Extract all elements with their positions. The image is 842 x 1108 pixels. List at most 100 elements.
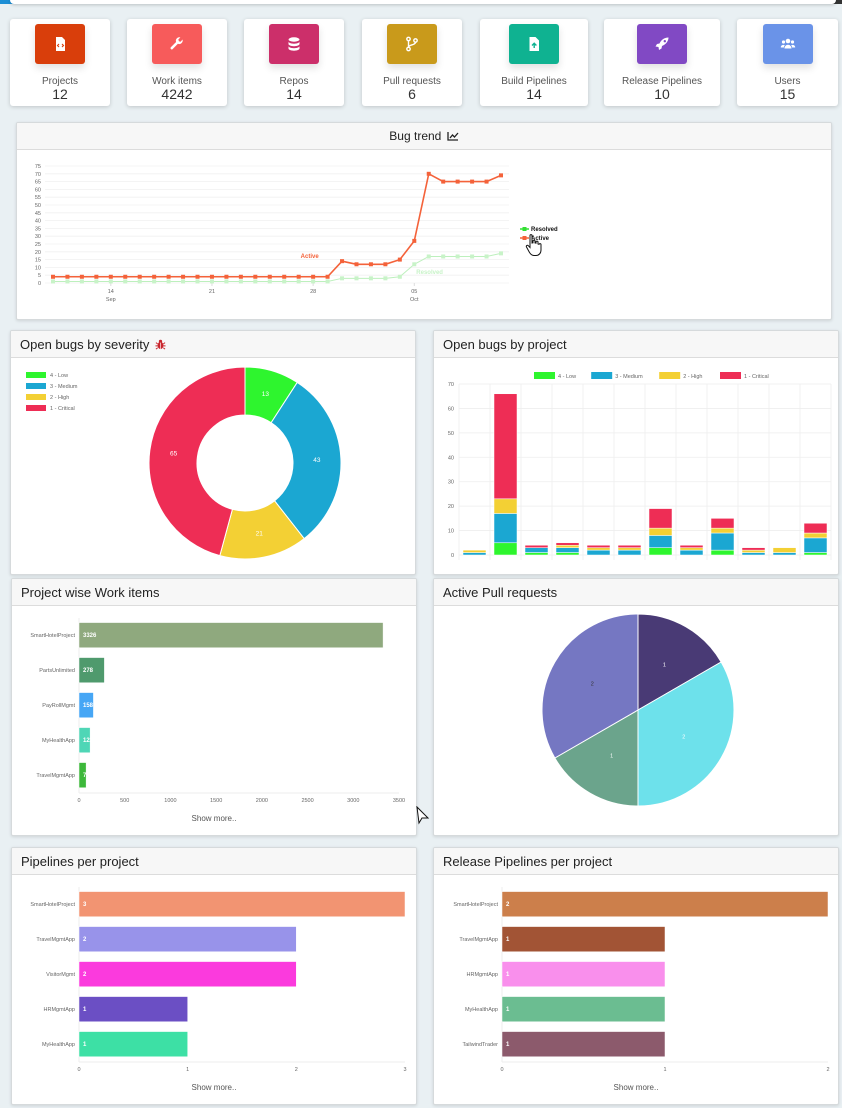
- release-pipelines-chart: 0 1 2SmartHotelProject 2TravelMgmtApp 1HRMgm…: [453, 887, 830, 1073]
- x-tick-label: 3500: [393, 798, 405, 804]
- y-tick-label: 55: [35, 195, 41, 201]
- x-tick-label: 0: [500, 1067, 503, 1073]
- stat-icon-box: [269, 24, 319, 64]
- data-point: [441, 179, 446, 184]
- bar-segment: [803, 552, 828, 556]
- bug-trend-header: Bug trend: [17, 123, 831, 150]
- pipelines-chart: 0 1 2 3SmartHotelProject 3TravelMgmtApp 2Visi…: [30, 887, 407, 1073]
- legend-label: 1 - Critical: [50, 406, 75, 412]
- category-label: TailwindTrader: [462, 1042, 498, 1048]
- data-point: [499, 251, 503, 256]
- legend-label: 4 - Low: [558, 374, 576, 380]
- category-label: SmartHotelProject: [30, 902, 75, 908]
- x-tick-label: 3: [403, 1067, 406, 1073]
- bar-segment: [741, 549, 766, 553]
- x-tick-label: 1500: [210, 798, 222, 804]
- data-point: [354, 262, 359, 267]
- bar-segment: [679, 549, 704, 556]
- y-tick-label: 70: [448, 382, 454, 388]
- work-items-header: Project wise Work items: [12, 579, 416, 606]
- bar-segment: [648, 508, 673, 529]
- y-tick-label: 10: [35, 265, 41, 271]
- legend-swatch: [591, 372, 613, 379]
- y-tick-label: 60: [35, 187, 41, 193]
- data-point: [499, 173, 503, 178]
- y-tick-label: 50: [35, 203, 41, 209]
- data-point: [195, 274, 200, 279]
- data-point: [470, 179, 475, 184]
- stat-icon-box: [387, 24, 437, 64]
- stat-card-release-pipelines[interactable]: Release Pipelines 10: [604, 19, 720, 106]
- slice-value-label: 13: [262, 391, 270, 398]
- slice-value-label: 2: [591, 682, 594, 688]
- data-point: [253, 274, 258, 279]
- bar-segment: [648, 535, 673, 548]
- data-point: [368, 262, 373, 267]
- data-point: [470, 254, 475, 259]
- work-items-show-more-link[interactable]: Show more..: [12, 814, 416, 823]
- x-tick-sublabel: Oct: [410, 297, 419, 303]
- category-label: PayRollMgmt: [42, 703, 75, 709]
- x-tick-label: 28: [310, 289, 316, 295]
- category-label: VisitorMgmt: [46, 972, 75, 978]
- stat-icon-box: [762, 24, 813, 64]
- legend-label: 4 - Low: [50, 373, 68, 379]
- data-point: [94, 274, 99, 279]
- stat-card-projects[interactable]: Projects 12: [10, 19, 110, 106]
- data-point: [296, 279, 301, 284]
- category-label: MyHealthApp: [465, 1007, 498, 1013]
- bar: [501, 961, 666, 988]
- bar-segment: [493, 542, 518, 556]
- category-label: SmartHotelProject: [30, 633, 75, 639]
- pull-requests-header: Active Pull requests: [434, 579, 838, 606]
- stat-card-build-pipelines[interactable]: Build Pipelines 14: [480, 19, 588, 106]
- bar: [78, 926, 297, 952]
- by-project-panel: Open bugs by project 0 10 20 30 40 50 60 70 4 - …: [433, 330, 839, 575]
- x-tick-label: 0: [77, 798, 80, 804]
- release-pipelines-show-more-link[interactable]: Show more..: [434, 1083, 838, 1092]
- bar-segment: [555, 542, 580, 546]
- work-items-chart: 0 500 1000 1500 2000 2500 3000 3500 SmartHotelPr…: [30, 618, 405, 804]
- stat-card-work-items[interactable]: Work items 4242: [127, 19, 227, 106]
- bar-segment: [493, 513, 518, 544]
- x-tick-label: 1000: [164, 798, 176, 804]
- stat-card-users[interactable]: Users 15: [737, 19, 838, 106]
- y-tick-label: 65: [35, 180, 41, 186]
- stat-value: 6: [408, 86, 416, 102]
- y-tick-label: 35: [35, 226, 41, 232]
- legend-label: 2 - High: [683, 374, 702, 380]
- stat-icon-box: [509, 24, 559, 64]
- stat-icon-box: [637, 24, 687, 64]
- stat-card-pull-requests[interactable]: Pull requests 6: [362, 19, 462, 106]
- data-point: [209, 279, 214, 284]
- data-point: [340, 259, 345, 264]
- x-tick-label: 05: [411, 289, 417, 295]
- bar-segment: [772, 547, 797, 553]
- bar-segment: [617, 544, 642, 548]
- y-tick-label: 5: [38, 273, 41, 279]
- bar-segment: [803, 537, 828, 553]
- bar: [78, 1031, 188, 1058]
- data-point: [354, 276, 359, 281]
- category-label: HRMgmtApp: [44, 1007, 75, 1013]
- data-point: [311, 274, 316, 279]
- legend-swatch: [26, 383, 46, 389]
- legend-label: 1 - Critical: [744, 374, 769, 380]
- data-point: [311, 279, 316, 284]
- legend-swatch: [26, 394, 46, 400]
- bar-segment: [648, 547, 673, 556]
- bug-icon: [155, 339, 166, 350]
- wrench-icon: [170, 37, 183, 50]
- bar: [78, 996, 188, 1023]
- by-project-title: Open bugs by project: [443, 337, 567, 352]
- stat-card-repos[interactable]: Repos 14: [244, 19, 344, 106]
- y-tick-label: 70: [35, 172, 41, 178]
- bar-value-label: 278: [83, 668, 94, 674]
- data-point: [123, 279, 128, 284]
- data-point: [51, 279, 55, 284]
- category-label: MyHealthApp: [42, 1042, 75, 1048]
- data-point: [325, 274, 330, 279]
- slice-value-label: 65: [170, 450, 178, 457]
- pipelines-show-more-link[interactable]: Show more..: [12, 1083, 416, 1092]
- legend-swatch: [659, 372, 681, 379]
